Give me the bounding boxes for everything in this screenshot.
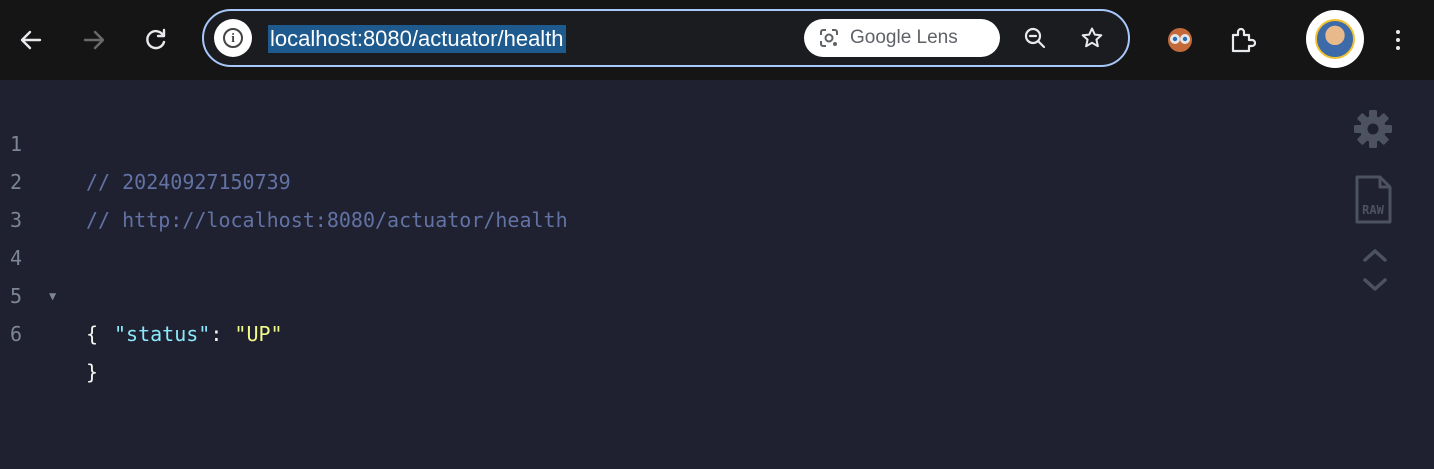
raw-label: RAW bbox=[1362, 203, 1384, 217]
more-menu-icon[interactable] bbox=[1388, 24, 1408, 56]
json-value: "UP" bbox=[234, 322, 283, 346]
settings-gear-icon[interactable] bbox=[1350, 106, 1396, 152]
google-lens-label: Google Lens bbox=[850, 27, 958, 48]
extension-icon[interactable] bbox=[1164, 24, 1196, 56]
code-line-3: 3 bbox=[0, 163, 1300, 232]
profile-avatar[interactable] bbox=[1306, 10, 1364, 68]
puzzle-extensions-icon[interactable] bbox=[1226, 24, 1258, 56]
raw-view-icon[interactable]: RAW bbox=[1350, 174, 1396, 226]
json-entry: "status": "UP" bbox=[114, 315, 283, 353]
json-colon: : bbox=[210, 322, 235, 346]
browser-toolbar: i localhost:8080/actuator/health Google … bbox=[0, 0, 1434, 80]
json-key: "status" bbox=[114, 322, 211, 346]
avatar bbox=[1315, 19, 1355, 59]
reload-icon[interactable] bbox=[140, 24, 172, 56]
url-text[interactable]: localhost:8080/actuator/health bbox=[268, 25, 566, 53]
code-line-2: 2 // http://localhost:8080/actuator/heal… bbox=[0, 125, 1300, 232]
back-arrow-icon[interactable] bbox=[15, 24, 47, 56]
google-lens-icon bbox=[820, 29, 838, 47]
forward-arrow-icon[interactable] bbox=[78, 24, 110, 56]
address-bar[interactable]: i localhost:8080/actuator/health Google … bbox=[202, 9, 1130, 67]
zoom-icon[interactable] bbox=[1020, 23, 1050, 53]
open-brace: { bbox=[86, 322, 99, 346]
code-line-4: 4 ▼ { bbox=[0, 201, 1300, 346]
close-brace: } bbox=[86, 360, 99, 384]
bookmark-star-icon[interactable] bbox=[1077, 23, 1107, 53]
code-line-5: 5 "status": "UP" bbox=[0, 239, 1300, 346]
collapse-up-icon[interactable] bbox=[1360, 244, 1390, 266]
expand-down-icon[interactable] bbox=[1360, 274, 1390, 296]
line-number: 6 bbox=[10, 322, 23, 346]
code-line-6: 6 } bbox=[0, 277, 1300, 384]
code-line-1: 1 // 20240927150739 bbox=[0, 87, 1300, 194]
site-info-icon[interactable]: i bbox=[214, 19, 252, 57]
google-lens-button[interactable]: Google Lens bbox=[804, 19, 1000, 57]
json-viewer: 1 // 20240927150739 2 // http://localhos… bbox=[0, 80, 1434, 469]
